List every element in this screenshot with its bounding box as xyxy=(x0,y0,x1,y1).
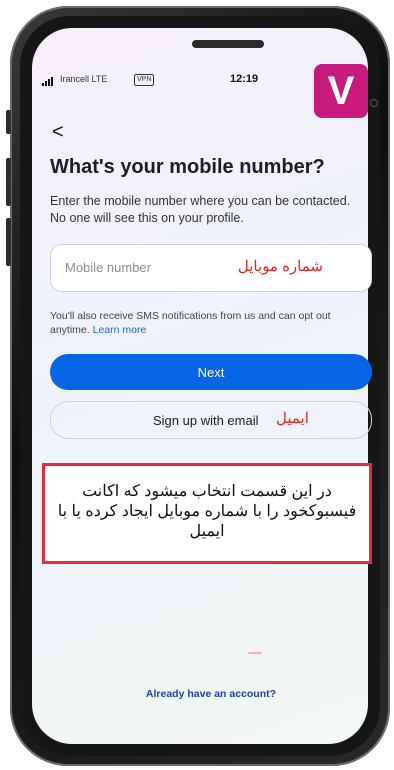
site-logo: V xyxy=(314,64,368,118)
learn-more-link[interactable]: Learn more xyxy=(93,324,147,336)
speaker-grille xyxy=(192,40,264,48)
volume-up-button xyxy=(6,158,11,206)
status-time: 12:19 xyxy=(230,73,259,85)
battery-icon xyxy=(370,99,378,107)
page: Irancell LTE VPN 12:19 V < What's your m… xyxy=(0,0,394,770)
callout-text: در این قسمت انتخاب میشود که اکانت فیسبوک… xyxy=(57,483,357,540)
page-subtitle: Enter the mobile number where you can be… xyxy=(50,194,351,225)
chevron-left-icon[interactable]: < xyxy=(52,122,64,142)
next-button[interactable]: Next xyxy=(50,354,372,390)
carrier-label: Irancell LTE xyxy=(60,74,108,84)
volume-down-button xyxy=(6,218,11,266)
already-have-account-link[interactable]: Already have an account? xyxy=(50,688,372,700)
mute-switch xyxy=(6,110,11,134)
vpn-badge: VPN xyxy=(134,74,155,86)
mobile-annotation: شماره موبایل xyxy=(237,258,323,275)
mobile-number-input[interactable]: Mobile number شماره موبایل xyxy=(50,244,372,292)
email-annotation: ایمیل xyxy=(276,410,309,427)
annotation-callout: در این قسمت انتخاب میشود که اکانت فیسبوک… xyxy=(42,463,372,564)
sign-up-with-email-button[interactable]: Sign up with email ایمیل xyxy=(50,401,372,439)
mobile-number-placeholder: Mobile number xyxy=(65,260,151,275)
email-button-label: Sign up with email xyxy=(153,413,259,428)
sms-note: You'll also receive SMS notifications fr… xyxy=(50,309,370,337)
signal-icon xyxy=(42,77,56,86)
page-title: What's your mobile number? xyxy=(50,156,325,178)
decorative-dash xyxy=(248,652,262,654)
